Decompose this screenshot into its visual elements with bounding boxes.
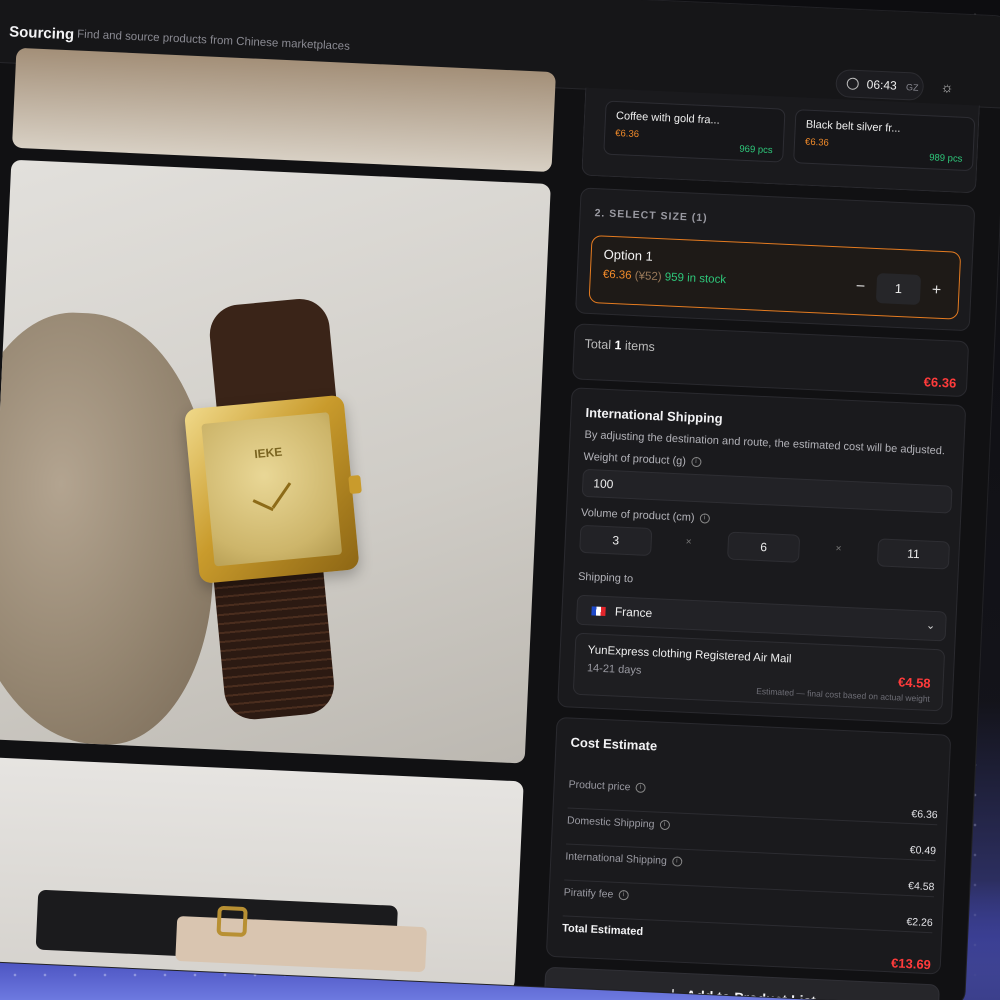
width-input[interactable]: 6 <box>727 531 801 563</box>
times-separator: × <box>835 543 842 555</box>
international-shipping-card: International Shipping By adjusting the … <box>557 387 967 725</box>
increase-quantity-button[interactable]: + <box>924 275 949 306</box>
cost-total-label: Total Estimated <box>561 922 644 939</box>
product-image-next[interactable] <box>0 757 524 992</box>
variant-price: €6.36 <box>804 136 830 149</box>
total-summary: Total 1 items €6.36 <box>572 323 970 398</box>
cost-row-label: Piratify fee i <box>563 886 629 901</box>
cost-row-label: Domestic Shipping i <box>567 815 670 832</box>
variant-card[interactable]: Black belt silver fr... €6.36 989 pcs <box>793 109 976 172</box>
cost-row-label: Product price i <box>568 778 646 794</box>
route-days: 14-21 days <box>586 662 642 677</box>
watch-crown <box>348 475 362 495</box>
cost-row-value: €6.36 <box>911 808 938 822</box>
variant-list: Coffee with gold fra... €6.36 969 pcs Bl… <box>581 87 980 194</box>
volume-label-text: Volume of product (cm) <box>580 506 695 524</box>
chevron-down-icon: ⌄ <box>925 619 936 633</box>
option-stock: 959 in stock <box>664 271 727 287</box>
info-icon[interactable]: i <box>659 819 670 831</box>
watch-hand-hour <box>252 499 274 512</box>
cost-title: Cost Estimate <box>570 734 658 754</box>
weight-label: Weight of product (g) i <box>583 450 702 468</box>
size-section-title: 2. SELECT SIZE (1) <box>594 207 708 225</box>
flag-france-icon <box>591 606 606 617</box>
variant-price: €6.36 <box>614 127 640 141</box>
cost-total-value: €13.69 <box>890 955 932 973</box>
watch-buckle <box>216 905 248 938</box>
clock-icon <box>846 77 860 90</box>
plus-icon: + <box>667 983 679 1000</box>
variant-stock: 989 pcs <box>928 152 963 165</box>
cost-row-label-text: Domestic Shipping <box>566 814 655 831</box>
timezone-label: GZ <box>905 82 919 93</box>
watch-face: IEKE <box>201 412 343 567</box>
variant-name: Black belt silver fr... <box>805 118 901 135</box>
total-prefix: Total <box>584 336 612 353</box>
cost-estimate-card: Cost Estimate Product price i €6.36 Domes… <box>545 716 952 975</box>
cost-row-label: International Shipping i <box>565 850 683 868</box>
variant-stock: 969 pcs <box>739 143 773 157</box>
size-option-selected[interactable]: Option 1 €6.36 (¥52) 959 in stock − 1 + <box>588 235 962 320</box>
times-separator: × <box>685 536 692 548</box>
product-gallery: IEKE <box>0 47 556 992</box>
add-button-label: Add to Product List <box>685 987 817 1000</box>
weight-input[interactable]: 100 <box>581 468 953 514</box>
cost-row-value: €4.58 <box>907 880 935 894</box>
shipping-title: International Shipping <box>585 404 723 427</box>
info-icon[interactable]: i <box>635 782 646 794</box>
option-price: €6.36 (¥52) <box>603 269 662 284</box>
ship-to-label: Shipping to <box>577 570 634 586</box>
weight-label-text: Weight of product (g) <box>583 450 687 468</box>
page-title: Sourcing <box>8 23 75 44</box>
shipping-route-option[interactable]: YunExpress clothing Registered Air Mail … <box>572 632 946 712</box>
option-price-eur: €6.36 <box>602 268 632 282</box>
watch-strap-bottom <box>213 562 337 722</box>
cost-row-label-text: Piratify fee <box>563 886 614 901</box>
watch-case: IEKE <box>183 394 360 584</box>
total-value: €6.36 <box>923 374 957 391</box>
info-icon[interactable]: i <box>699 513 710 524</box>
size-selector: 2. SELECT SIZE (1) Option 1 €6.36 (¥52) … <box>575 187 976 332</box>
time-value: 06:43 <box>866 77 898 93</box>
total-items-label: Total 1 items <box>584 337 655 354</box>
info-icon[interactable]: i <box>618 890 629 901</box>
app-window: Sourcing Find and source products from C… <box>0 0 1000 1000</box>
length-input[interactable]: 3 <box>579 524 653 557</box>
quantity-stepper: − 1 + <box>848 272 949 307</box>
cost-row-label-text: Product price <box>568 778 631 794</box>
info-icon[interactable]: i <box>671 856 683 867</box>
route-price: €4.58 <box>897 674 931 691</box>
watch-brand: IEKE <box>253 444 283 462</box>
total-count: 1 <box>614 338 622 353</box>
cost-row-value: €2.26 <box>906 916 934 930</box>
product-image-main[interactable]: IEKE <box>0 159 551 764</box>
sun-icon[interactable]: ☼ <box>940 79 955 96</box>
variant-name: Coffee with gold fra... <box>615 110 720 127</box>
cost-row-value: €0.49 <box>909 844 937 858</box>
total-suffix: items <box>624 338 656 354</box>
decrease-quantity-button[interactable]: − <box>848 272 873 303</box>
watch-hand-minute <box>271 482 292 509</box>
variant-card[interactable]: Coffee with gold fra... €6.36 969 pcs <box>603 100 786 163</box>
cloth-backdrop <box>0 307 225 750</box>
time-display[interactable]: 06:43 GZ <box>835 68 925 101</box>
destination-value: France <box>614 604 653 621</box>
option-name: Option 1 <box>603 246 654 264</box>
quantity-input[interactable]: 1 <box>875 273 922 305</box>
volume-label: Volume of product (cm) i <box>581 507 710 525</box>
cost-row-label-text: International Shipping <box>565 850 668 868</box>
height-input[interactable]: 11 <box>876 538 951 570</box>
page-subtitle: Find and source products from Chinese ma… <box>76 28 351 53</box>
info-icon[interactable]: i <box>690 456 702 468</box>
option-price-cny: (¥52) <box>634 270 662 284</box>
route-name: YunExpress clothing Registered Air Mail <box>587 644 792 666</box>
